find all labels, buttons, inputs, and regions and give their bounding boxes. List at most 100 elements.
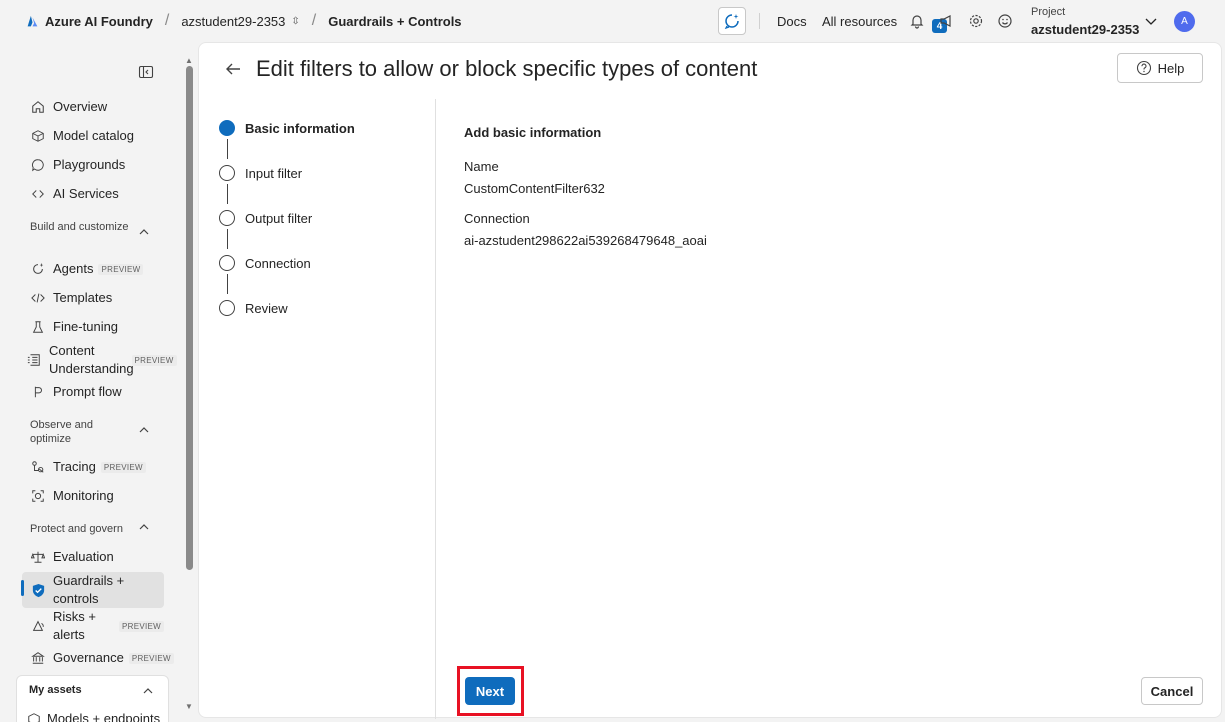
sidebar-item-label: Risks + alerts — [53, 609, 96, 642]
name-label: Name — [464, 159, 499, 174]
help-label: Help — [1157, 60, 1185, 76]
connection-label: Connection — [464, 211, 530, 226]
sidebar-item-guardrails-controls[interactable]: Guardrails + controls — [22, 572, 164, 608]
agent-icon — [30, 261, 46, 277]
name-value: CustomContentFilter632 — [464, 181, 605, 196]
all-resources-link[interactable]: All resources — [822, 14, 897, 29]
sidebar-item-label: AI Services — [53, 186, 119, 201]
sidebar-item-tracing[interactable]: Tracing PREVIEW — [22, 458, 164, 476]
megaphone-icon — [940, 15, 951, 27]
step-indicator — [219, 255, 235, 271]
risk-icon — [30, 618, 46, 634]
sidebar-item-governance[interactable]: Governance PREVIEW — [22, 649, 174, 667]
sidebar-item-ai-services[interactable]: AI Services — [22, 185, 164, 203]
updown-chevron-icon: ⇳ — [291, 15, 300, 27]
step-indicator — [219, 300, 235, 316]
copilot-icon — [724, 14, 739, 29]
help-circle-icon — [1136, 60, 1151, 76]
sidebar-item-label: Playgrounds — [53, 157, 126, 172]
sidebar-item-templates[interactable]: Templates — [22, 289, 164, 307]
cancel-button[interactable]: Cancel — [1141, 677, 1203, 705]
chevron-up-icon[interactable] — [141, 684, 155, 698]
sidebar-item-fine-tuning[interactable]: Fine-tuning — [22, 318, 164, 336]
back-arrow-icon[interactable] — [223, 59, 243, 79]
home-icon — [30, 99, 46, 115]
scroll-up-arrow[interactable]: ▲ — [185, 56, 193, 65]
preview-badge: PREVIEW — [100, 461, 146, 473]
sidebar-item-label: Guardrails + controls — [53, 573, 125, 606]
announcements-button[interactable] — [936, 11, 956, 31]
section-build-and-customize: Build and customize — [30, 221, 129, 233]
step-label: Connection — [245, 255, 311, 271]
step-output-filter[interactable]: Output filter — [219, 210, 312, 226]
sidebar-item-playgrounds[interactable]: Playgrounds — [22, 156, 164, 174]
feedback-button[interactable] — [995, 11, 1015, 31]
chevron-up-icon[interactable] — [137, 225, 151, 239]
sidebar-item-label: Monitoring — [53, 488, 114, 503]
active-indicator — [21, 580, 24, 596]
chat-icon — [30, 157, 46, 173]
project-label: Project — [1031, 6, 1066, 18]
cube-icon — [28, 712, 40, 722]
step-connector — [227, 139, 228, 159]
document-list-icon — [26, 352, 42, 368]
preview-badge: PREVIEW — [128, 652, 174, 664]
sidebar-item-content-understanding[interactable]: Content Understanding PREVIEW — [22, 341, 177, 379]
settings-button[interactable] — [966, 11, 986, 31]
chevron-up-icon[interactable] — [137, 423, 151, 437]
scales-icon — [30, 549, 46, 565]
link-icon — [30, 186, 46, 202]
step-input-filter[interactable]: Input filter — [219, 165, 302, 181]
gear-icon — [969, 14, 983, 28]
sidebar-item-label: Governance — [53, 650, 124, 665]
section-observe-and-optimize: Observe and optimize — [30, 419, 93, 445]
docs-link[interactable]: Docs — [777, 14, 807, 29]
step-label: Basic information — [245, 120, 355, 136]
step-label: Review — [245, 300, 288, 316]
sidebar-item-model-catalog[interactable]: Model catalog — [22, 127, 164, 145]
sidebar-item-models-endpoints[interactable]: Models + endpoints — [27, 711, 160, 722]
step-label: Output filter — [245, 210, 313, 226]
breadcrumb-project[interactable]: azstudent29-2353 ⇳ — [181, 14, 299, 29]
code-icon — [30, 290, 46, 306]
collapse-sidebar-icon[interactable] — [138, 64, 154, 80]
step-connection[interactable]: Connection — [219, 255, 311, 271]
building-icon — [30, 650, 46, 666]
help-button[interactable]: Help — [1117, 53, 1203, 83]
notifications-button[interactable] — [907, 11, 927, 31]
breadcrumb-project-label: azstudent29-2353 — [181, 13, 286, 29]
preview-badge: PREVIEW — [98, 263, 144, 275]
brand[interactable]: Azure AI Foundry — [26, 14, 153, 29]
step-indicator-current — [219, 120, 235, 136]
sidebar-item-agents[interactable]: Agents PREVIEW — [22, 260, 164, 278]
scroll-down-arrow[interactable]: ▼ — [185, 702, 193, 711]
copilot-button[interactable] — [718, 7, 746, 35]
step-review[interactable]: Review — [219, 300, 288, 316]
next-button[interactable]: Next — [465, 677, 515, 705]
chevron-up-icon[interactable] — [137, 520, 151, 534]
preview-badge: PREVIEW — [119, 620, 164, 632]
sidebar-item-risks-alerts[interactable]: Risks + alerts PREVIEW — [22, 608, 164, 644]
page-title: Edit filters to allow or block specific … — [256, 56, 758, 81]
connection-value: ai-azstudent298622ai539268479648_aoai — [464, 233, 707, 248]
sidebar-item-prompt-flow[interactable]: Prompt flow — [22, 383, 164, 401]
flask-icon — [30, 319, 46, 335]
my-assets-panel: My assets Models + endpoints — [16, 675, 169, 722]
avatar[interactable]: A — [1174, 11, 1195, 32]
step-basic-information[interactable]: Basic information — [219, 120, 355, 136]
chevron-down-icon[interactable] — [1143, 13, 1159, 29]
breadcrumb-page[interactable]: Guardrails + Controls — [328, 14, 461, 29]
form-title: Add basic information — [464, 125, 602, 140]
smiley-icon — [998, 14, 1012, 28]
divider — [759, 13, 760, 29]
sidebar-item-evaluation[interactable]: Evaluation — [22, 548, 164, 566]
project-name[interactable]: azstudent29-2353 — [1031, 22, 1139, 37]
section-protect-and-govern: Protect and govern — [30, 523, 123, 535]
step-indicator — [219, 165, 235, 181]
sidebar-item-monitoring[interactable]: Monitoring — [22, 487, 164, 505]
sidebar-scrollbar-thumb[interactable] — [186, 66, 193, 570]
sidebar-item-label: Agents — [53, 261, 94, 276]
tracing-icon — [30, 459, 46, 475]
shield-check-icon — [30, 582, 46, 598]
sidebar-item-overview[interactable]: Overview — [22, 98, 164, 116]
